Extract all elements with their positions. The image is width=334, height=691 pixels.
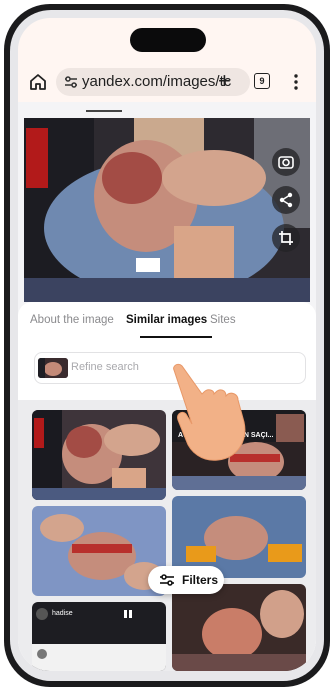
menu-icon[interactable]: [294, 74, 298, 90]
similar-images-grid: AVUCUNDA AN... NIN SAÇI...: [18, 400, 316, 671]
refine-search-placeholder: Refine search: [71, 361, 139, 373]
tab-similar-images[interactable]: Similar images: [126, 314, 207, 326]
tab-sites[interactable]: Sites: [210, 314, 236, 326]
lens-search-button[interactable]: [272, 148, 300, 176]
crop-button[interactable]: [272, 224, 300, 252]
tabs-icon[interactable]: 9: [254, 73, 270, 89]
browser-toolbar: yandex.com/images/tc + 9: [18, 64, 316, 100]
main-image-picture: [24, 118, 310, 302]
share-button[interactable]: [272, 186, 300, 214]
tune-icon[interactable]: [64, 75, 78, 89]
screen: yandex.com/images/tc + 9 About the image…: [18, 18, 316, 671]
result-image-1[interactable]: [32, 410, 166, 500]
plus-icon[interactable]: +: [218, 70, 231, 92]
tab-about-the-image[interactable]: About the image: [30, 314, 114, 326]
result-image-6[interactable]: [172, 584, 306, 671]
query-thumbnail: [38, 358, 68, 378]
scroll-indicator: [86, 110, 122, 112]
tap-hand-icon: [173, 363, 246, 461]
filters-icon: [160, 574, 174, 586]
result-image-5-caption: hadise: [52, 610, 73, 617]
camera-notch: [130, 28, 206, 52]
home-icon[interactable]: [28, 72, 48, 92]
filters-button-label: Filters: [182, 573, 219, 587]
results-sheet: About the image Similar images Sites Ref…: [18, 302, 316, 671]
main-image[interactable]: [24, 118, 310, 302]
share-icon: [279, 192, 293, 208]
result-image-3[interactable]: [32, 506, 166, 596]
crop-icon: [279, 231, 293, 245]
active-tab-indicator: [140, 336, 212, 338]
result-image-5[interactable]: hadise: [32, 602, 166, 671]
lens-icon: [278, 156, 294, 169]
filters-button[interactable]: Filters: [148, 566, 224, 594]
